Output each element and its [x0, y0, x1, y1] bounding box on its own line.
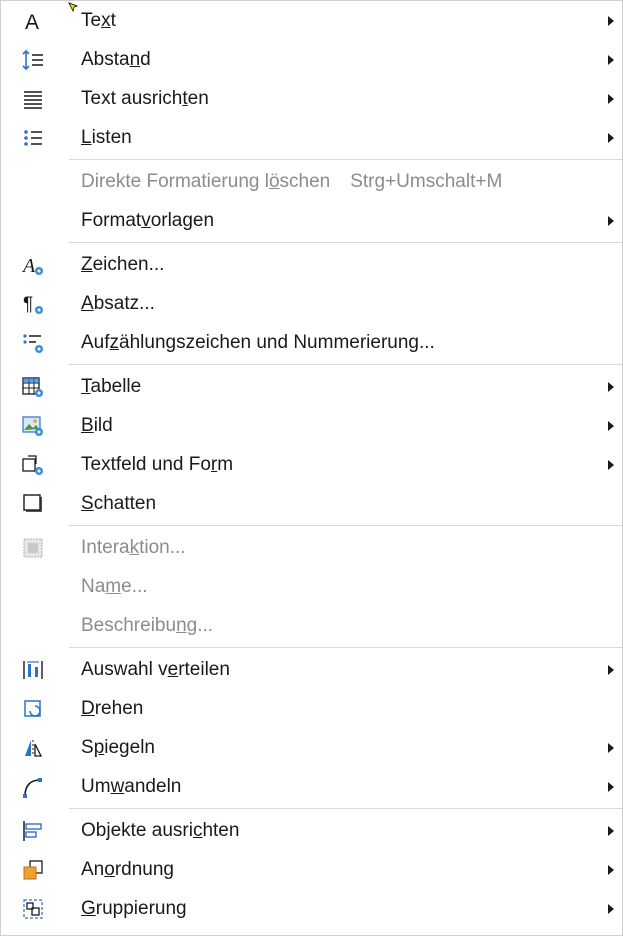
menu-item-abstand[interactable]: Abstand [1, 40, 622, 79]
submenu-arrow-icon [608, 381, 614, 392]
menu-item-label: Zeichen... [81, 253, 165, 275]
shadow-icon [19, 490, 47, 518]
menu-item-objekte-ausrichten[interactable]: Objekte ausrichten [1, 811, 622, 850]
submenu-arrow-icon [608, 459, 614, 470]
menu-item-zeichen[interactable]: A Zeichen... [1, 245, 622, 284]
text-icon: A [19, 7, 47, 35]
svg-text:A: A [25, 11, 39, 33]
menu-item-label: Aufzählungszeichen und Nummerierung... [81, 331, 435, 353]
menu-item-listen[interactable]: Listen [1, 118, 622, 157]
menu-item-aufzählungszeichen-und-nummerierung[interactable]: Aufzählungszeichen und Nummerierung... [1, 323, 622, 362]
menu-item-label: Schatten [81, 492, 157, 514]
menu-item-label: Direkte Formatierung löschen [81, 170, 331, 192]
menu-item-label: Umwandeln [81, 775, 182, 797]
spacing-icon [19, 46, 47, 74]
empty-icon-slot [19, 612, 47, 640]
menu-item-interaktion: Interaktion... [1, 528, 622, 567]
menu-item-label: Textfeld und Form [81, 453, 234, 475]
svg-text:A: A [21, 255, 36, 277]
menu-item-label: Tabelle [81, 375, 142, 397]
menu-item-text-ausrichten[interactable]: Text ausrichten [1, 79, 622, 118]
submenu-arrow-icon [608, 132, 614, 143]
menu-item-schatten[interactable]: Schatten [1, 484, 622, 523]
empty-icon-slot [19, 573, 47, 601]
character-icon: A [19, 251, 47, 279]
menu-item-spiegeln[interactable]: Spiegeln [1, 728, 622, 767]
menu-item-direkte-formatierung-löschen: Direkte Formatierung löschen Strg+Umschal… [1, 162, 622, 201]
menu-item-name: Name... [1, 567, 622, 606]
submenu-arrow-icon [608, 825, 614, 836]
menu-item-label: Spiegeln [81, 736, 155, 758]
menu-item-absatz[interactable]: ¶ Absatz... [1, 284, 622, 323]
menu-item-auswahl-verteilen[interactable]: Auswahl verteilen [1, 650, 622, 689]
menu-item-label: Name... [81, 575, 148, 597]
menu-item-tabelle[interactable]: Tabelle [1, 367, 622, 406]
textbox-shape-icon [19, 451, 47, 479]
menu-item-label: Interaktion... [81, 536, 186, 558]
submenu-arrow-icon [608, 93, 614, 104]
submenu-arrow-icon [608, 903, 614, 914]
menu-item-drehen[interactable]: Drehen [1, 689, 622, 728]
flip-icon [19, 734, 47, 762]
menu-item-label: Text ausrichten [81, 87, 209, 109]
submenu-arrow-icon [608, 54, 614, 65]
menu-item-label: Objekte ausrichten [81, 819, 240, 841]
empty-icon-slot [19, 207, 47, 235]
menu-separator [69, 525, 622, 526]
svg-text:¶: ¶ [23, 294, 33, 315]
bullets-numbering-icon [19, 329, 47, 357]
submenu-arrow-icon [608, 215, 614, 226]
table-icon [19, 373, 47, 401]
align-text-icon [19, 85, 47, 113]
rotate-icon [19, 695, 47, 723]
menu-item-label: Anordnung [81, 858, 174, 880]
menu-item-label: Beschreibung... [81, 614, 214, 636]
menu-item-textfeld-und-form[interactable]: Textfeld und Form [1, 445, 622, 484]
menu-separator [69, 808, 622, 809]
align-objects-icon [19, 817, 47, 845]
empty-icon-slot [19, 168, 47, 196]
menu-item-gruppierung[interactable]: Gruppierung [1, 889, 622, 928]
image-icon [19, 412, 47, 440]
list-icon [19, 124, 47, 152]
menu-item-label: Text [81, 9, 116, 31]
interaction-icon [19, 534, 47, 562]
distribute-icon [19, 656, 47, 684]
context-menu: A Text Abstand Text ausrichten Listen Direkte… [0, 0, 623, 936]
arrange-icon [19, 856, 47, 884]
menu-separator [69, 647, 622, 648]
submenu-arrow-icon [608, 742, 614, 753]
menu-item-label: Bild [81, 414, 113, 436]
menu-separator [69, 159, 622, 160]
menu-item-formatvorlagen[interactable]: Formatvorlagen [1, 201, 622, 240]
menu-item-label: Listen [81, 126, 132, 148]
menu-item-umwandeln[interactable]: Umwandeln [1, 767, 622, 806]
submenu-arrow-icon [608, 15, 614, 26]
submenu-arrow-icon [608, 864, 614, 875]
menu-item-label: Gruppierung [81, 897, 187, 919]
menu-item-label: Formatvorlagen [81, 209, 215, 231]
menu-item-label: Absatz... [81, 292, 155, 314]
submenu-arrow-icon [608, 781, 614, 792]
menu-separator [69, 242, 622, 243]
submenu-arrow-icon [608, 664, 614, 675]
menu-item-label: Auswahl verteilen [81, 658, 230, 680]
menu-item-beschreibung: Beschreibung... [1, 606, 622, 645]
menu-separator [69, 364, 622, 365]
menu-item-bild[interactable]: Bild [1, 406, 622, 445]
menu-item-anordnung[interactable]: Anordnung [1, 850, 622, 889]
group-icon [19, 895, 47, 923]
submenu-arrow-icon [608, 420, 614, 431]
menu-item-label: Drehen [81, 697, 144, 719]
convert-icon [19, 773, 47, 801]
paragraph-icon: ¶ [19, 290, 47, 318]
menu-item-label: Abstand [81, 48, 151, 70]
menu-item-shortcut: Strg+Umschalt+M [350, 170, 503, 192]
menu-item-text[interactable]: A Text [1, 1, 622, 40]
